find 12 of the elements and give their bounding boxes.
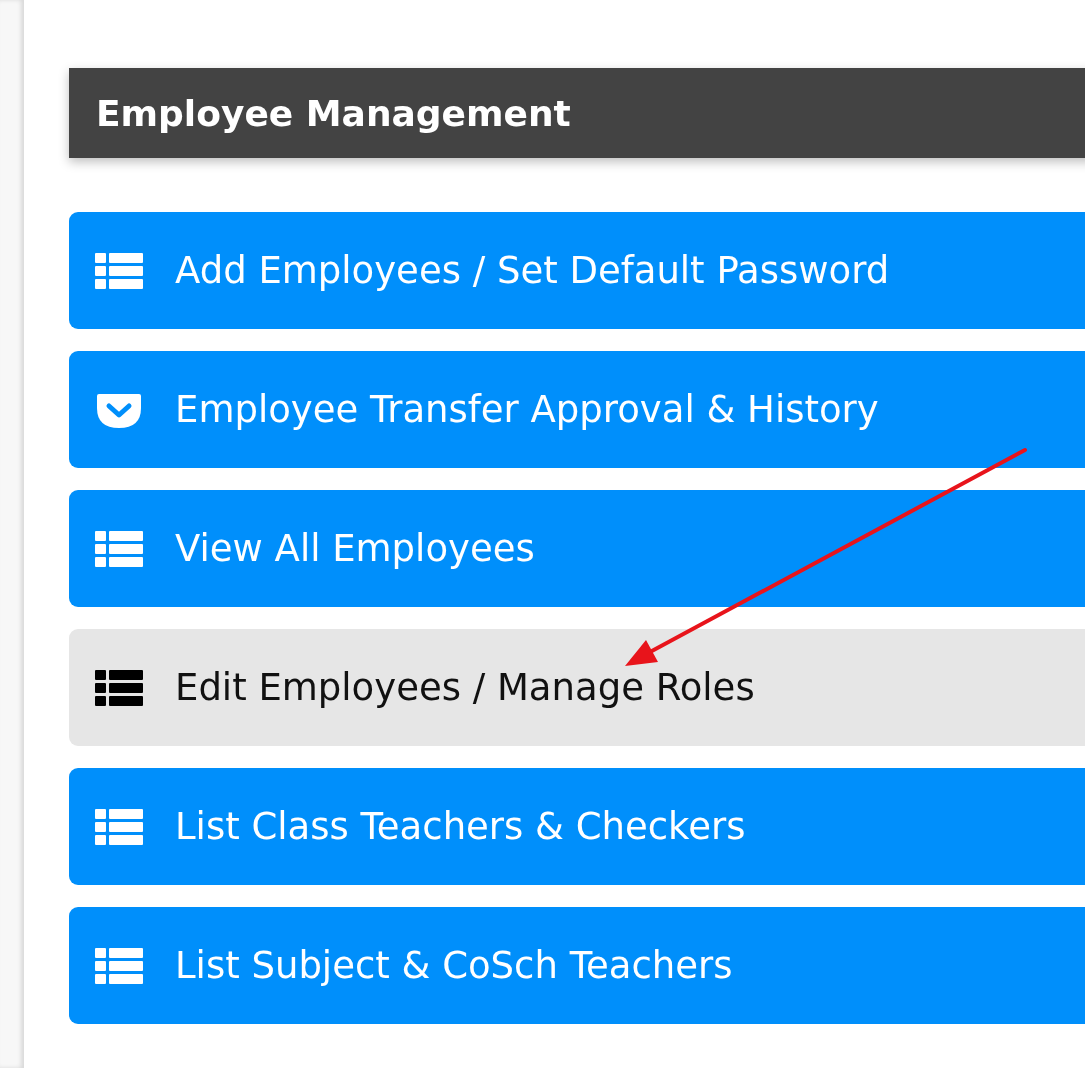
list-icon bbox=[95, 250, 143, 291]
menu-item[interactable]: Add Employees / Set Default Password bbox=[69, 212, 1085, 329]
panel-title: Employee Management bbox=[96, 92, 571, 134]
menu-item[interactable]: List Class Teachers & Checkers bbox=[69, 768, 1085, 885]
list-icon bbox=[95, 667, 143, 708]
menu-item[interactable]: View All Employees bbox=[69, 490, 1085, 607]
menu-item[interactable]: Edit Employees / Manage Roles bbox=[69, 629, 1085, 746]
list-icon bbox=[95, 528, 143, 569]
menu-item[interactable]: List Subject & CoSch Teachers bbox=[69, 907, 1085, 1024]
list-icon bbox=[95, 806, 143, 847]
menu-item[interactable]: Employee Transfer Approval & History bbox=[69, 351, 1085, 468]
list-icon bbox=[95, 945, 143, 986]
